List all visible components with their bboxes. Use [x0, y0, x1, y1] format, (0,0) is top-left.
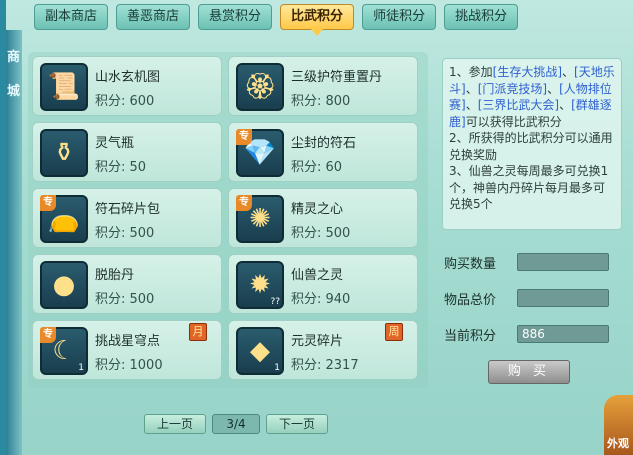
rules-description: 1、参加[生存大挑战]、[天地乐斗]、[门派竞技场]、[人物排位赛]、[三界比武… — [442, 58, 622, 230]
item-score: 积分: 800 — [291, 94, 351, 109]
appearance-label: 外观 — [607, 437, 629, 450]
item-name: 脱胎丹 — [95, 268, 135, 283]
rune-stone-icon: 💎 专 — [236, 129, 284, 177]
item-count: ?? — [270, 297, 280, 307]
exclusive-tag: 专 — [40, 327, 56, 343]
page-indicator: 3/4 — [212, 414, 260, 434]
item-score: 积分: 500 — [95, 226, 155, 241]
total-price-value — [517, 289, 609, 307]
item-score: 积分: 50 — [95, 160, 147, 175]
link-three-realms[interactable]: [三界比武大会] — [478, 98, 559, 112]
item-card[interactable]: ✺ 专 精灵之心 积分: 500 — [228, 188, 418, 248]
pill-icon: ● — [40, 261, 88, 309]
tab-karma-shop[interactable]: 善恶商店 — [116, 4, 191, 30]
pagination: 上一页 3/4 下一页 — [144, 414, 328, 434]
item-score: 积分: 500 — [95, 292, 155, 307]
item-card[interactable]: 🏵 三级护符重置丹 积分: 800 — [228, 56, 418, 116]
item-count: 1 — [78, 363, 84, 373]
item-card[interactable]: 💎 专 尘封的符石 积分: 60 — [228, 122, 418, 182]
item-card[interactable]: ⚱ 灵气瓶 积分: 50 — [32, 122, 222, 182]
vase-icon: ⚱ — [40, 129, 88, 177]
crescent-moon-icon: ☾ 专 1 — [40, 327, 88, 375]
tab-dungeon-shop[interactable]: 副本商店 — [34, 4, 109, 30]
item-count: 1 — [274, 363, 280, 373]
item-score: 积分: 940 — [291, 292, 351, 307]
buy-button[interactable]: 购 买 — [488, 360, 570, 384]
tab-mentor-points[interactable]: 师徒积分 — [362, 4, 437, 30]
next-page-button[interactable]: 下一页 — [266, 414, 328, 434]
item-name: 元灵碎片 — [291, 334, 344, 349]
quantity-label: 购买数量 — [444, 257, 497, 272]
exclusive-tag: 专 — [236, 195, 252, 211]
side-char: 城 — [7, 84, 21, 99]
item-card[interactable]: ☾ 专 1 挑战星穹点 积分: 1000 月 — [32, 320, 222, 380]
appearance-button[interactable]: 外观 — [604, 395, 633, 455]
link-sect-arena[interactable]: [门派竞技场] — [478, 82, 547, 96]
item-score: 积分: 60 — [291, 160, 343, 175]
item-name: 三级护符重置丹 — [291, 70, 383, 85]
current-points-value: 886 — [517, 325, 609, 343]
gold-shard-icon: ◆ 1 — [236, 327, 284, 375]
total-price-label: 物品总价 — [444, 293, 497, 308]
golden-talisman-icon: 🏵 — [236, 63, 284, 111]
item-name: 尘封的符石 — [291, 136, 357, 151]
item-name: 精灵之心 — [291, 202, 344, 217]
item-score: 积分: 600 — [95, 94, 155, 109]
item-score: 积分: 500 — [291, 226, 351, 241]
tab-bounty-points[interactable]: 悬赏积分 — [198, 4, 273, 30]
item-card[interactable]: ✹?? 仙兽之灵 积分: 940 — [228, 254, 418, 314]
quantity-field[interactable] — [517, 253, 609, 271]
side-char: 商 — [7, 50, 21, 65]
monthly-limit-badge: 月 — [189, 323, 207, 341]
shop-window: 商 城 副本商店 善恶商店 悬赏积分 比武积分 师徒积分 挑战积分 📜 山水玄机… — [0, 0, 633, 455]
item-name: 山水玄机图 — [95, 70, 161, 85]
spirit-heart-icon: ✺ 专 — [236, 195, 284, 243]
item-name: 符石碎片包 — [95, 202, 161, 217]
item-card[interactable]: 📜 山水玄机图 积分: 600 — [32, 56, 222, 116]
item-name: 灵气瓶 — [95, 136, 135, 151]
link-survival-challenge[interactable]: [生存大挑战] — [493, 65, 562, 79]
tab-challenge-points[interactable]: 挑战积分 — [444, 4, 519, 30]
exclusive-tag: 专 — [236, 129, 252, 145]
current-points-label: 当前积分 — [444, 329, 497, 344]
item-name: 挑战星穹点 — [95, 334, 161, 349]
item-grid: 📜 山水玄机图 积分: 600 🏵 三级护符重置丹 积分: 800 ⚱ 灵气瓶 … — [28, 52, 428, 388]
item-score: 积分: 1000 — [95, 358, 163, 373]
side-strip: 商 城 — [6, 30, 22, 455]
exclusive-tag: 专 — [40, 195, 56, 211]
beast-spirit-icon: ✹?? — [236, 261, 284, 309]
item-card[interactable]: ◆ 1 元灵碎片 积分: 2317 周 — [228, 320, 418, 380]
item-name: 仙兽之灵 — [291, 268, 344, 283]
item-score: 积分: 2317 — [291, 358, 359, 373]
tab-arena-points[interactable]: 比武积分 — [280, 4, 355, 36]
item-card[interactable]: ● 脱胎丹 积分: 500 — [32, 254, 222, 314]
tab-bar: 副本商店 善恶商店 悬赏积分 比武积分 师徒积分 挑战积分 — [34, 4, 519, 36]
item-card[interactable]: 👝 专 符石碎片包 积分: 500 — [32, 188, 222, 248]
bag-icon: 👝 专 — [40, 195, 88, 243]
prev-page-button[interactable]: 上一页 — [144, 414, 206, 434]
weekly-limit-badge: 周 — [385, 323, 403, 341]
scroll-icon: 📜 — [40, 63, 88, 111]
